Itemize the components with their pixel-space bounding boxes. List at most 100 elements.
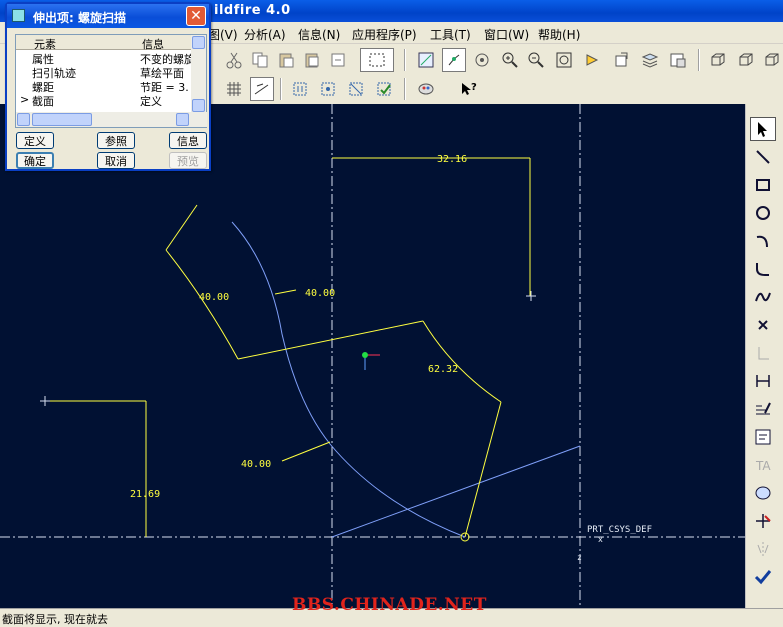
ok-button[interactable]: 确定	[16, 152, 54, 169]
view-manager-icon[interactable]	[666, 48, 690, 72]
constraint-icon[interactable]	[442, 48, 466, 72]
define-button[interactable]: 定义	[16, 132, 54, 149]
horizontal-scrollbar[interactable]	[16, 112, 207, 127]
hidden-line-icon[interactable]	[734, 48, 758, 72]
scroll-left-icon[interactable]	[17, 113, 30, 126]
check-sketch-icon[interactable]	[372, 77, 396, 101]
no-hidden-icon[interactable]	[760, 48, 783, 72]
dimension-lines	[46, 157, 531, 537]
menu-tools[interactable]: 工具(T)	[430, 26, 471, 43]
dim-height[interactable]: 21.69	[130, 489, 160, 500]
saved-views-icon[interactable]	[610, 48, 634, 72]
dimension-icon[interactable]	[288, 77, 312, 101]
scroll-right-icon[interactable]	[176, 113, 189, 126]
done-checkmark-icon[interactable]	[750, 565, 776, 589]
row-info: 定义	[140, 95, 162, 108]
appearance-icon[interactable]	[414, 77, 438, 101]
context-help-icon[interactable]: ?	[456, 77, 480, 101]
row-marker: >	[20, 93, 30, 106]
scroll-down-icon[interactable]	[192, 99, 205, 112]
menu-help[interactable]: 帮助(H)	[538, 26, 580, 43]
sketch-tools-toolbar: TA	[745, 104, 783, 608]
axis-x-label: x	[598, 535, 603, 544]
sketch-view-icon[interactable]	[414, 48, 438, 72]
constraints-tool-icon[interactable]	[750, 425, 776, 449]
spline-tool-icon[interactable]	[750, 285, 776, 309]
toolbar-separator	[280, 78, 282, 100]
csys-label: PRT_CSYS_DEF	[587, 525, 652, 535]
column-header-info: 信息	[142, 38, 164, 51]
table-header: 元素 信息	[16, 35, 192, 51]
menu-window[interactable]: 窗口(W)	[484, 26, 529, 43]
menu-applications[interactable]: 应用程序(P)	[352, 26, 417, 43]
reference-line	[331, 445, 581, 538]
axis-z-label: z	[577, 553, 582, 562]
preview-button[interactable]: 预览	[169, 152, 207, 169]
refit-icon[interactable]	[552, 48, 576, 72]
point-tool-icon[interactable]	[750, 313, 776, 337]
grid-icon[interactable]	[222, 77, 246, 101]
wireframe-icon[interactable]	[706, 48, 730, 72]
layers-icon[interactable]	[638, 48, 662, 72]
column-header-element: 元素	[34, 38, 56, 51]
reorient-icon[interactable]	[580, 48, 604, 72]
csys-glyph	[362, 352, 380, 370]
dim-right[interactable]: 62.32	[428, 364, 458, 375]
helical-sweep-dialog: 伸出项: 螺旋扫描 ✕ 元素 信息 属性 不变的螺旋 扫引轨迹 草绘平面 螺距 …	[5, 2, 211, 171]
table-row[interactable]: 扫引轨迹 草绘平面	[16, 65, 192, 80]
svg-text:?: ?	[471, 82, 477, 93]
table-row[interactable]: 螺距 节距 = 3.	[16, 79, 192, 94]
show-dims-icon[interactable]	[250, 77, 274, 101]
zoom-in-icon[interactable]	[498, 48, 522, 72]
paste-icon[interactable]	[274, 48, 298, 72]
dim-bottom-arc[interactable]: 40.00	[241, 459, 271, 470]
cancel-button[interactable]: 取消	[97, 152, 135, 169]
toolbar-separator	[698, 49, 700, 71]
row-element: 截面	[32, 95, 54, 108]
dim-arc-label[interactable]: 40.00	[305, 288, 335, 299]
arc-tool-icon[interactable]	[750, 229, 776, 253]
selection-box-icon[interactable]	[360, 48, 394, 72]
circle-tool-icon[interactable]	[750, 201, 776, 225]
mirror-tool-icon[interactable]	[750, 537, 776, 561]
paste-special-icon[interactable]	[300, 48, 324, 72]
toolbar-separator	[404, 49, 406, 71]
text-tool-icon[interactable]: TA	[750, 453, 776, 477]
dialog-title: 伸出项: 螺旋扫描	[33, 11, 126, 25]
watermark: BBS.CHINADE.NET	[292, 595, 487, 615]
sketch-canvas[interactable]: 32.16 40.00 40.00 62.32 40.00 21.69 PRT_…	[0, 104, 745, 608]
table-row[interactable]: 属性 不变的螺旋	[16, 51, 192, 66]
zoom-out-icon[interactable]	[524, 48, 548, 72]
line-tool-icon[interactable]	[750, 145, 776, 169]
table-row[interactable]: > 截面 定义	[16, 93, 192, 108]
copy-icon[interactable]	[248, 48, 272, 72]
use-edge-icon[interactable]	[750, 341, 776, 365]
svg-text:TA: TA	[755, 459, 771, 473]
element-table: 元素 信息 属性 不变的螺旋 扫引轨迹 草绘平面 螺距 节距 = 3. > 截面…	[15, 34, 207, 128]
datum-display-icon[interactable]	[470, 48, 494, 72]
toolbar-separator	[404, 78, 406, 100]
scroll-up-icon[interactable]	[192, 36, 205, 49]
intersect-icon[interactable]	[344, 77, 368, 101]
window-title: ildfire 4.0	[214, 3, 291, 18]
fillet-tool-icon[interactable]	[750, 257, 776, 281]
cut-icon[interactable]	[222, 48, 246, 72]
menu-analysis[interactable]: 分析(A)	[244, 26, 286, 43]
modify-tool-icon[interactable]	[750, 397, 776, 421]
vertical-scrollbar[interactable]	[191, 35, 206, 113]
scroll-thumb[interactable]	[32, 113, 92, 126]
menu-info[interactable]: 信息(N)	[298, 26, 340, 43]
dim-left-arc[interactable]: 40.00	[199, 292, 229, 303]
trim-tool-icon[interactable]	[750, 509, 776, 533]
reference-button[interactable]: 参照	[97, 132, 135, 149]
dimension-tool-icon[interactable]	[750, 369, 776, 393]
select-arrow-icon[interactable]	[750, 117, 776, 141]
dialog-title-bar: 伸出项: 螺旋扫描 ✕	[7, 4, 209, 28]
select-vertex-icon[interactable]	[316, 77, 340, 101]
palette-tool-icon[interactable]	[750, 481, 776, 505]
rectangle-tool-icon[interactable]	[750, 173, 776, 197]
info-button[interactable]: 信息	[169, 132, 207, 149]
close-icon[interactable]: ✕	[186, 6, 206, 26]
dim-top[interactable]: 32.16	[437, 154, 467, 165]
regenerate-icon[interactable]	[326, 48, 350, 72]
